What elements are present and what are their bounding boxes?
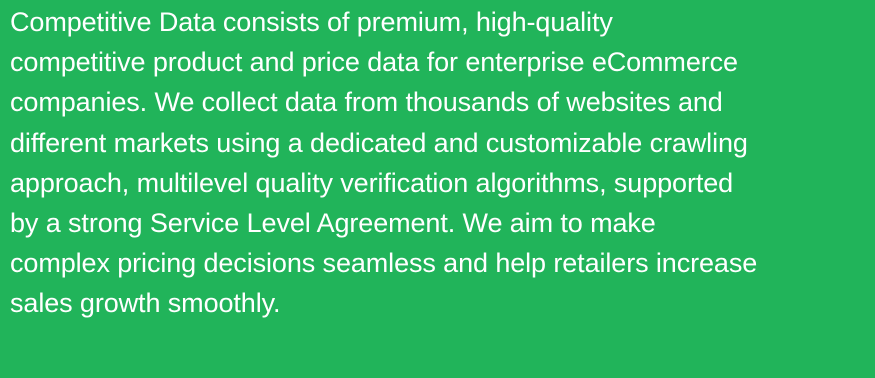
paragraph-line-5: approach, multilevel quality verificatio… bbox=[10, 167, 734, 198]
paragraph-line-1: Competitive Data consists of premium, hi… bbox=[10, 7, 613, 37]
paragraph-line-8: sales growth smoothly. bbox=[10, 288, 281, 319]
paragraph-line-7: complex pricing decisions seamless and h… bbox=[10, 248, 758, 279]
description-panel: Competitive Data consists of premium, hi… bbox=[0, 0, 875, 378]
paragraph-line-3: companies. We collect data from thousand… bbox=[10, 87, 723, 118]
paragraph-line-6: by a strong Service Level Agreement. We … bbox=[10, 208, 656, 239]
description-paragraph: Competitive Data consists of premium, hi… bbox=[10, 2, 875, 324]
paragraph-line-4: different markets using a dedicated and … bbox=[10, 127, 748, 158]
paragraph-line-2: competitive product and price data for e… bbox=[10, 47, 738, 78]
